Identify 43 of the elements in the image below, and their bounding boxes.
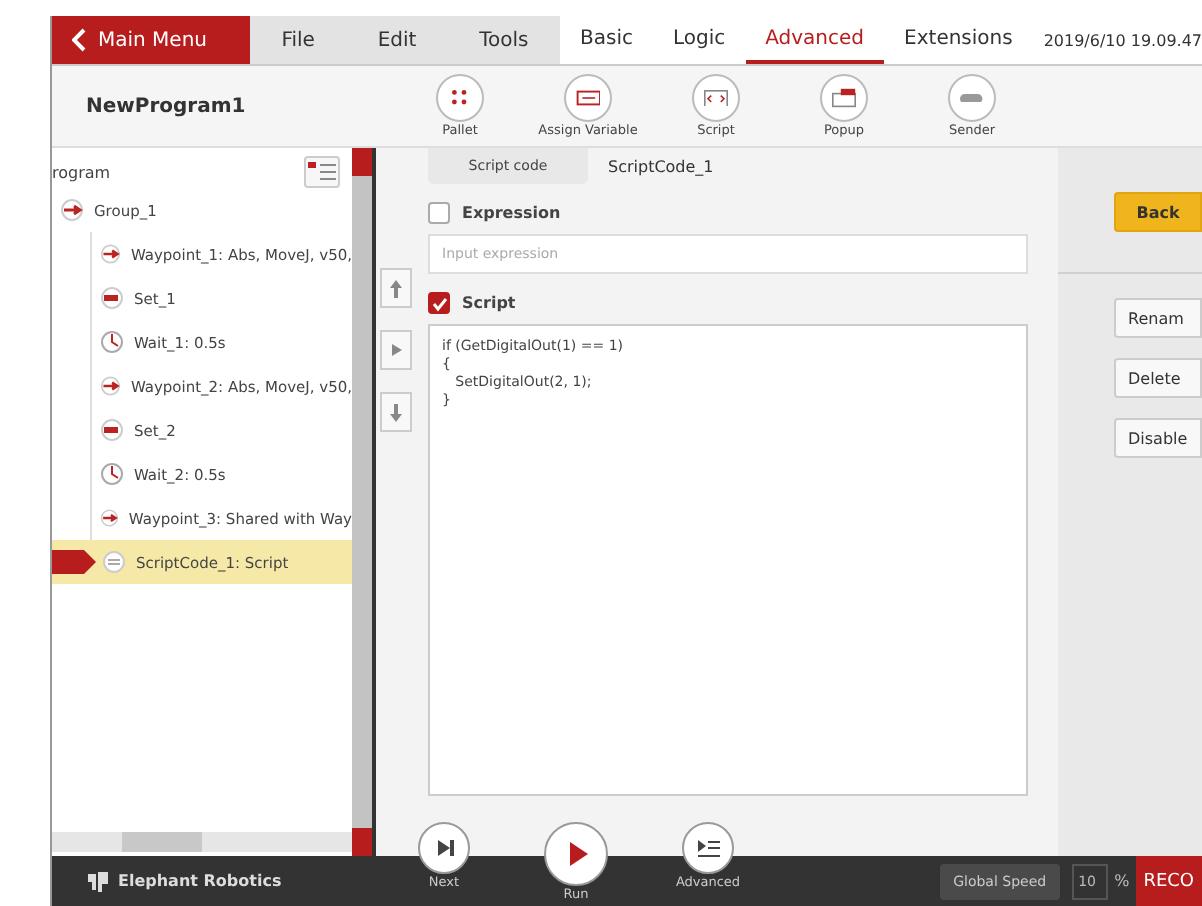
action-button[interactable]: Disable: [1114, 418, 1202, 458]
pointer-icon: [52, 550, 96, 574]
clock-icon: [100, 330, 124, 354]
back-button[interactable]: Back: [1114, 192, 1202, 232]
check-icon: [431, 295, 447, 311]
status-indicator: RECO: [1135, 856, 1202, 906]
arrow-icon: [60, 198, 84, 222]
list-view-button[interactable]: [304, 156, 340, 188]
action-button[interactable]: Delete: [1114, 358, 1202, 398]
program-name: NewProgram1: [84, 95, 248, 117]
main-menu-button[interactable]: Main Menu: [52, 16, 250, 64]
checkbox[interactable]: [428, 292, 450, 314]
tab[interactable]: Logic: [652, 16, 746, 64]
vertical-scrollbar[interactable]: [352, 148, 372, 856]
brand-name: Elephant Robotics: [118, 872, 282, 890]
up-arrow-icon: [386, 277, 406, 299]
tab[interactable]: Basic: [560, 16, 653, 64]
move-button[interactable]: [380, 330, 412, 370]
checkbox-label: Script: [462, 294, 516, 312]
menu-item[interactable]: Edit: [377, 16, 417, 64]
percent-unit: %: [1114, 872, 1130, 890]
clock-icon: [100, 462, 124, 486]
tree-title: rogram: [52, 163, 111, 181]
right-arrow-icon: [386, 339, 406, 361]
node-name: ScriptCode_1: [608, 157, 714, 175]
down-arrow-icon: [386, 401, 406, 423]
list-icon: [308, 160, 336, 184]
move-button[interactable]: [380, 268, 412, 308]
checkbox[interactable]: [428, 202, 450, 224]
popup-icon: [832, 88, 856, 108]
tab[interactable]: Extensions: [884, 16, 1033, 64]
sender-icon: [960, 93, 984, 103]
menu-item[interactable]: Tools: [479, 16, 529, 64]
checkbox-label: Expression: [462, 204, 561, 222]
chevron-left-icon: [72, 28, 88, 52]
horizontal-scrollbar[interactable]: [52, 832, 352, 852]
move-button[interactable]: [380, 392, 412, 432]
dash-icon: [100, 418, 124, 442]
datetime: 2019/6/10 19.09.47: [1043, 31, 1202, 49]
elephant-logo-icon: [86, 869, 110, 893]
action-button[interactable]: Renam: [1114, 298, 1202, 338]
dash-icon: [100, 286, 124, 310]
menu-item[interactable]: File: [281, 16, 315, 64]
